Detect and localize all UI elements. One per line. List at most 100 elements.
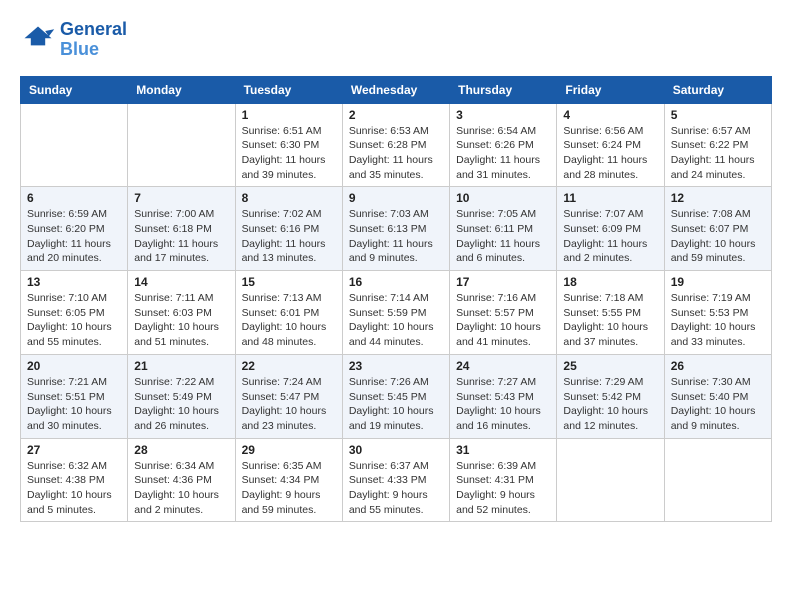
calendar-cell: 8 Sunrise: 7:02 AMSunset: 6:16 PMDayligh…: [235, 187, 342, 271]
calendar-cell: 13 Sunrise: 7:10 AMSunset: 6:05 PMDaylig…: [21, 271, 128, 355]
logo: General Blue: [20, 20, 127, 60]
day-number: 8: [242, 191, 336, 205]
day-number: 20: [27, 359, 121, 373]
calendar-cell: 16 Sunrise: 7:14 AMSunset: 5:59 PMDaylig…: [342, 271, 449, 355]
calendar-cell: [128, 103, 235, 187]
calendar-cell: 23 Sunrise: 7:26 AMSunset: 5:45 PMDaylig…: [342, 354, 449, 438]
day-info: Sunrise: 7:18 AMSunset: 5:55 PMDaylight:…: [563, 291, 657, 350]
day-info: Sunrise: 6:34 AMSunset: 4:36 PMDaylight:…: [134, 459, 228, 518]
calendar-cell: 2 Sunrise: 6:53 AMSunset: 6:28 PMDayligh…: [342, 103, 449, 187]
calendar-cell: 22 Sunrise: 7:24 AMSunset: 5:47 PMDaylig…: [235, 354, 342, 438]
day-number: 3: [456, 108, 550, 122]
day-info: Sunrise: 6:35 AMSunset: 4:34 PMDaylight:…: [242, 459, 336, 518]
day-number: 22: [242, 359, 336, 373]
calendar-week-row: 27 Sunrise: 6:32 AMSunset: 4:38 PMDaylig…: [21, 438, 772, 522]
calendar-cell: 21 Sunrise: 7:22 AMSunset: 5:49 PMDaylig…: [128, 354, 235, 438]
calendar-cell: 24 Sunrise: 7:27 AMSunset: 5:43 PMDaylig…: [450, 354, 557, 438]
day-info: Sunrise: 6:32 AMSunset: 4:38 PMDaylight:…: [27, 459, 121, 518]
calendar-cell: 10 Sunrise: 7:05 AMSunset: 6:11 PMDaylig…: [450, 187, 557, 271]
day-info: Sunrise: 7:08 AMSunset: 6:07 PMDaylight:…: [671, 207, 765, 266]
weekday-header: Sunday: [21, 76, 128, 103]
day-info: Sunrise: 7:30 AMSunset: 5:40 PMDaylight:…: [671, 375, 765, 434]
day-info: Sunrise: 7:21 AMSunset: 5:51 PMDaylight:…: [27, 375, 121, 434]
calendar-cell: 17 Sunrise: 7:16 AMSunset: 5:57 PMDaylig…: [450, 271, 557, 355]
calendar-cell: 19 Sunrise: 7:19 AMSunset: 5:53 PMDaylig…: [664, 271, 771, 355]
day-number: 30: [349, 443, 443, 457]
day-number: 12: [671, 191, 765, 205]
calendar-week-row: 13 Sunrise: 7:10 AMSunset: 6:05 PMDaylig…: [21, 271, 772, 355]
day-info: Sunrise: 7:27 AMSunset: 5:43 PMDaylight:…: [456, 375, 550, 434]
day-info: Sunrise: 6:54 AMSunset: 6:26 PMDaylight:…: [456, 124, 550, 183]
weekday-header: Monday: [128, 76, 235, 103]
weekday-header: Saturday: [664, 76, 771, 103]
calendar-cell: 3 Sunrise: 6:54 AMSunset: 6:26 PMDayligh…: [450, 103, 557, 187]
day-number: 28: [134, 443, 228, 457]
page-header: General Blue: [20, 20, 772, 60]
day-info: Sunrise: 6:37 AMSunset: 4:33 PMDaylight:…: [349, 459, 443, 518]
calendar-cell: 11 Sunrise: 7:07 AMSunset: 6:09 PMDaylig…: [557, 187, 664, 271]
calendar-week-row: 6 Sunrise: 6:59 AMSunset: 6:20 PMDayligh…: [21, 187, 772, 271]
day-info: Sunrise: 7:24 AMSunset: 5:47 PMDaylight:…: [242, 375, 336, 434]
day-number: 26: [671, 359, 765, 373]
day-number: 23: [349, 359, 443, 373]
logo-text: General Blue: [60, 20, 127, 60]
day-info: Sunrise: 7:22 AMSunset: 5:49 PMDaylight:…: [134, 375, 228, 434]
calendar-cell: [664, 438, 771, 522]
day-info: Sunrise: 7:02 AMSunset: 6:16 PMDaylight:…: [242, 207, 336, 266]
calendar-cell: 31 Sunrise: 6:39 AMSunset: 4:31 PMDaylig…: [450, 438, 557, 522]
day-number: 5: [671, 108, 765, 122]
day-info: Sunrise: 7:11 AMSunset: 6:03 PMDaylight:…: [134, 291, 228, 350]
calendar-cell: [21, 103, 128, 187]
calendar-cell: 29 Sunrise: 6:35 AMSunset: 4:34 PMDaylig…: [235, 438, 342, 522]
weekday-header: Thursday: [450, 76, 557, 103]
day-info: Sunrise: 7:19 AMSunset: 5:53 PMDaylight:…: [671, 291, 765, 350]
day-number: 18: [563, 275, 657, 289]
day-number: 7: [134, 191, 228, 205]
weekday-header: Tuesday: [235, 76, 342, 103]
day-number: 29: [242, 443, 336, 457]
logo-icon: [20, 22, 56, 58]
calendar-cell: 26 Sunrise: 7:30 AMSunset: 5:40 PMDaylig…: [664, 354, 771, 438]
day-number: 16: [349, 275, 443, 289]
day-info: Sunrise: 6:57 AMSunset: 6:22 PMDaylight:…: [671, 124, 765, 183]
day-number: 13: [27, 275, 121, 289]
calendar-cell: 9 Sunrise: 7:03 AMSunset: 6:13 PMDayligh…: [342, 187, 449, 271]
day-number: 15: [242, 275, 336, 289]
day-info: Sunrise: 6:51 AMSunset: 6:30 PMDaylight:…: [242, 124, 336, 183]
day-info: Sunrise: 7:07 AMSunset: 6:09 PMDaylight:…: [563, 207, 657, 266]
day-info: Sunrise: 7:10 AMSunset: 6:05 PMDaylight:…: [27, 291, 121, 350]
day-info: Sunrise: 7:29 AMSunset: 5:42 PMDaylight:…: [563, 375, 657, 434]
day-info: Sunrise: 7:14 AMSunset: 5:59 PMDaylight:…: [349, 291, 443, 350]
calendar-cell: 7 Sunrise: 7:00 AMSunset: 6:18 PMDayligh…: [128, 187, 235, 271]
calendar-cell: 27 Sunrise: 6:32 AMSunset: 4:38 PMDaylig…: [21, 438, 128, 522]
day-number: 21: [134, 359, 228, 373]
calendar-week-row: 20 Sunrise: 7:21 AMSunset: 5:51 PMDaylig…: [21, 354, 772, 438]
day-info: Sunrise: 6:39 AMSunset: 4:31 PMDaylight:…: [456, 459, 550, 518]
calendar-cell: 20 Sunrise: 7:21 AMSunset: 5:51 PMDaylig…: [21, 354, 128, 438]
calendar-cell: 18 Sunrise: 7:18 AMSunset: 5:55 PMDaylig…: [557, 271, 664, 355]
day-info: Sunrise: 7:16 AMSunset: 5:57 PMDaylight:…: [456, 291, 550, 350]
calendar-table: SundayMondayTuesdayWednesdayThursdayFrid…: [20, 76, 772, 523]
day-number: 9: [349, 191, 443, 205]
day-number: 17: [456, 275, 550, 289]
day-number: 24: [456, 359, 550, 373]
day-info: Sunrise: 6:56 AMSunset: 6:24 PMDaylight:…: [563, 124, 657, 183]
weekday-header: Wednesday: [342, 76, 449, 103]
day-info: Sunrise: 6:59 AMSunset: 6:20 PMDaylight:…: [27, 207, 121, 266]
day-number: 27: [27, 443, 121, 457]
calendar-cell: [557, 438, 664, 522]
day-number: 4: [563, 108, 657, 122]
day-number: 1: [242, 108, 336, 122]
day-number: 11: [563, 191, 657, 205]
calendar-cell: 14 Sunrise: 7:11 AMSunset: 6:03 PMDaylig…: [128, 271, 235, 355]
calendar-cell: 6 Sunrise: 6:59 AMSunset: 6:20 PMDayligh…: [21, 187, 128, 271]
day-number: 14: [134, 275, 228, 289]
calendar-cell: 4 Sunrise: 6:56 AMSunset: 6:24 PMDayligh…: [557, 103, 664, 187]
calendar-cell: 15 Sunrise: 7:13 AMSunset: 6:01 PMDaylig…: [235, 271, 342, 355]
day-number: 2: [349, 108, 443, 122]
calendar-cell: 12 Sunrise: 7:08 AMSunset: 6:07 PMDaylig…: [664, 187, 771, 271]
day-number: 25: [563, 359, 657, 373]
day-info: Sunrise: 7:05 AMSunset: 6:11 PMDaylight:…: [456, 207, 550, 266]
calendar-cell: 28 Sunrise: 6:34 AMSunset: 4:36 PMDaylig…: [128, 438, 235, 522]
calendar-cell: 25 Sunrise: 7:29 AMSunset: 5:42 PMDaylig…: [557, 354, 664, 438]
